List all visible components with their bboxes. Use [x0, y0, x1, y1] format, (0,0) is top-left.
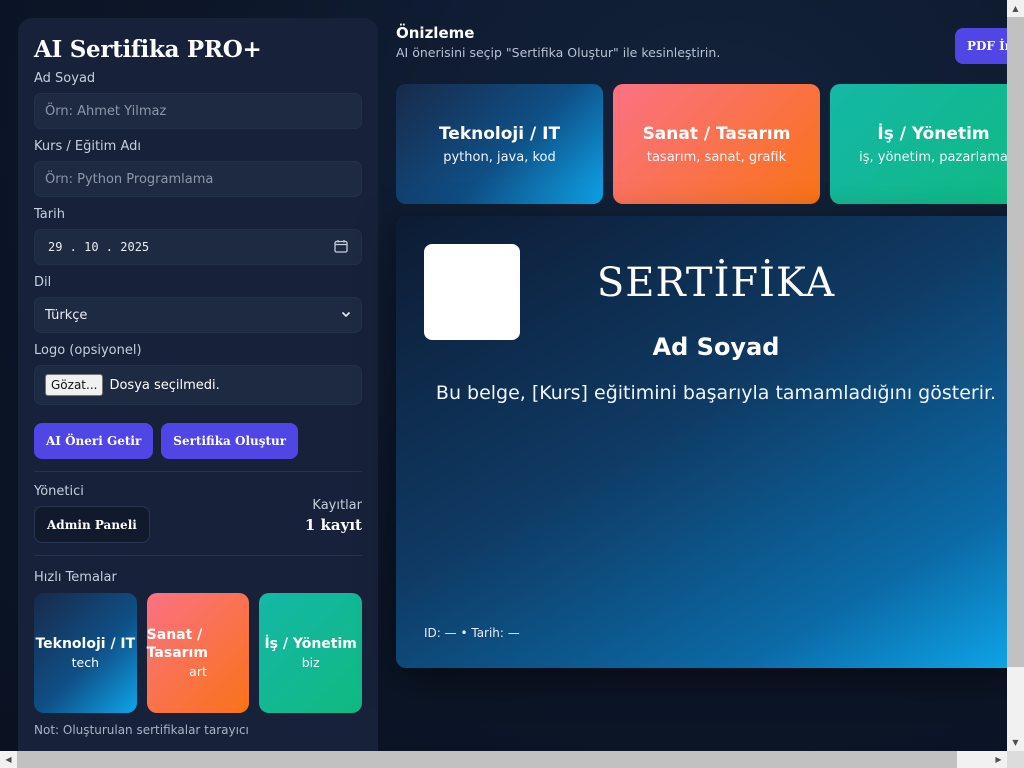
quick-themes-label: Hızlı Temalar: [34, 570, 117, 585]
date-value: 29 . 10 . 2025: [48, 240, 150, 254]
date-label: Tarih: [34, 207, 65, 222]
create-certificate-button[interactable]: Sertifika Oluştur: [161, 423, 299, 459]
horizontal-scrollbar[interactable]: ◀ ▶: [0, 751, 1024, 768]
course-label: Kurs / Eğitim Adı: [34, 139, 141, 154]
preview-subtitle: AI önerisini seçip "Sertifika Oluştur" i…: [396, 45, 721, 60]
preview-header: Önizleme AI önerisini seçip "Sertifika O…: [396, 24, 720, 60]
scrollbar-corner: [1007, 751, 1024, 768]
divider: [34, 471, 362, 472]
file-status: Dosya seçilmedi.: [109, 377, 220, 393]
quick-theme-biz[interactable]: İş / Yönetim biz: [259, 593, 363, 713]
certificate-heading: SERTİFİKA: [596, 260, 836, 306]
storage-note: Not: Oluşturulan sertifikalar tarayıcı: [34, 723, 249, 737]
ai-suggest-button[interactable]: AI Öneri Getir: [34, 423, 154, 459]
quick-theme-title: Teknoloji / IT: [35, 635, 136, 652]
certificate-footer: ID: — • Tarih: —: [424, 626, 520, 640]
logo-label: Logo (opsiyonel): [34, 343, 142, 358]
name-input[interactable]: Örn: Ahmet Yilmaz: [34, 93, 362, 129]
theme-tags: python, java, kod: [443, 149, 556, 165]
quick-theme-title: İş / Yönetim: [264, 635, 357, 652]
quick-theme-art[interactable]: Sanat / Tasarım art: [146, 593, 250, 713]
admin-label: Yönetici: [34, 484, 84, 499]
theme-card-art[interactable]: Sanat / Tasarım tasarım, sanat, grafik: [613, 84, 820, 204]
admin-panel-button[interactable]: Admin Paneli: [34, 506, 150, 543]
certificate-body: Bu belge, [Kurs] eğitimini başarıyla tam…: [435, 382, 997, 404]
scroll-up-arrow-icon[interactable]: ▲: [1007, 0, 1024, 17]
theme-title: Sanat / Tasarım: [642, 123, 791, 144]
name-placeholder: Örn: Ahmet Yilmaz: [45, 103, 167, 119]
vertical-scroll-thumb[interactable]: [1007, 17, 1024, 667]
preview-title: Önizleme: [396, 24, 475, 42]
divider: [34, 555, 362, 556]
theme-title: Teknoloji / IT: [438, 123, 561, 144]
course-placeholder: Örn: Python Programlama: [45, 171, 214, 187]
quick-theme-sub: biz: [301, 655, 320, 671]
name-label: Ad Soyad: [34, 71, 96, 86]
horizontal-scroll-thumb[interactable]: [17, 751, 957, 768]
quick-theme-sub: art: [189, 664, 207, 679]
theme-card-tech[interactable]: Teknoloji / IT python, java, kod: [396, 84, 603, 204]
theme-suggestions: Teknoloji / IT python, java, kod Sanat /…: [396, 84, 1024, 204]
quick-theme-tech[interactable]: Teknoloji / IT tech: [34, 593, 137, 713]
theme-tags: tasarım, sanat, grafik: [646, 149, 787, 165]
app-title: AI Sertifika PRO+: [34, 36, 262, 63]
language-label: Dil: [34, 275, 52, 290]
vertical-scrollbar[interactable]: ▲ ▼: [1007, 0, 1024, 751]
calendar-icon[interactable]: [334, 239, 348, 256]
certificate-preview: SERTİFİKA Ad Soyad Bu belge, [Kurs] eğit…: [396, 216, 1016, 668]
theme-tags: iş, yönetim, pazarlama: [859, 149, 1008, 165]
scroll-left-arrow-icon[interactable]: ◀: [0, 751, 17, 768]
scroll-right-arrow-icon[interactable]: ▶: [990, 751, 1007, 768]
records-count: 1 kayıt: [304, 516, 362, 534]
course-input[interactable]: Örn: Python Programlama: [34, 161, 362, 197]
date-input[interactable]: 29 . 10 . 2025: [34, 229, 362, 265]
theme-card-biz[interactable]: İş / Yönetim iş, yönetim, pazarlama: [830, 84, 1024, 204]
records-label: Kayıtlar: [312, 498, 362, 513]
language-select[interactable]: Türkçe: [34, 297, 362, 333]
records-summary: Kayıtlar 1 kayıt: [305, 498, 362, 534]
quick-theme-sub: tech: [71, 655, 100, 671]
language-value: Türkçe: [45, 307, 88, 323]
certificate-name: Ad Soyad: [652, 333, 780, 361]
settings-panel: AI Sertifika PRO+ Ad Soyad Örn: Ahmet Yi…: [18, 18, 378, 768]
logo-file-input[interactable]: Gözat... Dosya seçilmedi.: [34, 365, 362, 405]
quick-theme-title: Sanat / Tasarım: [146, 627, 208, 661]
theme-title: İş / Yönetim: [877, 123, 990, 144]
chevron-down-icon: [341, 308, 351, 323]
scroll-down-arrow-icon[interactable]: ▼: [1007, 734, 1024, 751]
browse-button[interactable]: Gözat...: [45, 374, 104, 396]
